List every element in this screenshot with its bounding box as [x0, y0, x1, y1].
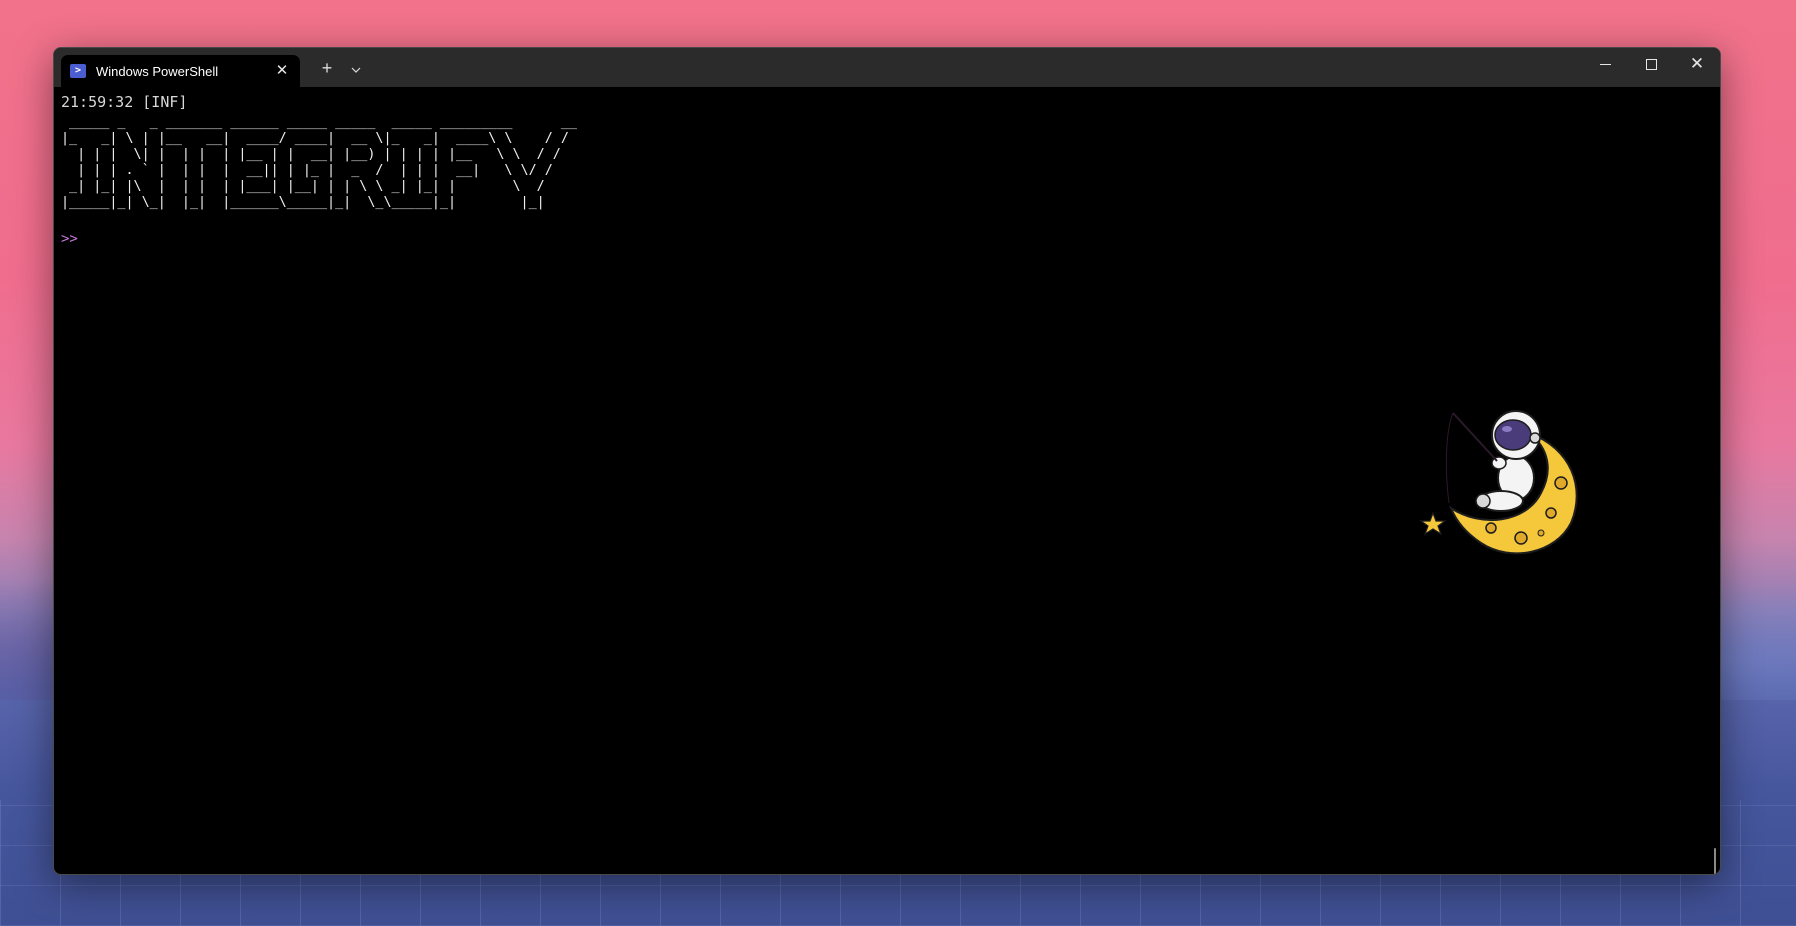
chevron-down-icon — [351, 67, 361, 73]
maximize-button[interactable] — [1628, 48, 1674, 80]
minimize-button[interactable] — [1582, 48, 1628, 80]
scrollbar[interactable] — [1714, 848, 1716, 874]
tab-title: Windows PowerShell — [96, 63, 219, 79]
tab-dropdown-button[interactable] — [346, 60, 366, 80]
tab-windows-powershell[interactable]: > Windows PowerShell ✕ — [61, 55, 300, 87]
close-icon: ✕ — [1689, 53, 1705, 74]
title-bar[interactable]: > Windows PowerShell ✕ + ✕ — [54, 48, 1720, 87]
close-window-button[interactable]: ✕ — [1674, 48, 1720, 80]
minimize-icon — [1599, 63, 1611, 65]
maximize-icon — [1645, 58, 1657, 70]
plus-icon: + — [321, 58, 333, 78]
log-timestamp-line: 21:59:32 [INF] — [61, 93, 188, 111]
ascii-banner: _____ _ _ _______ ______ _____ _____ ___… — [61, 115, 577, 210]
astronaut-moon-illustration — [1419, 410, 1578, 555]
terminal-window: > Windows PowerShell ✕ + ✕ 21:59:32 [INF… — [53, 47, 1721, 875]
command-prompt[interactable]: >> — [61, 231, 1700, 247]
powershell-icon: > — [70, 64, 86, 78]
tab-close-icon[interactable]: ✕ — [274, 62, 290, 78]
new-tab-button[interactable]: + — [316, 59, 338, 79]
